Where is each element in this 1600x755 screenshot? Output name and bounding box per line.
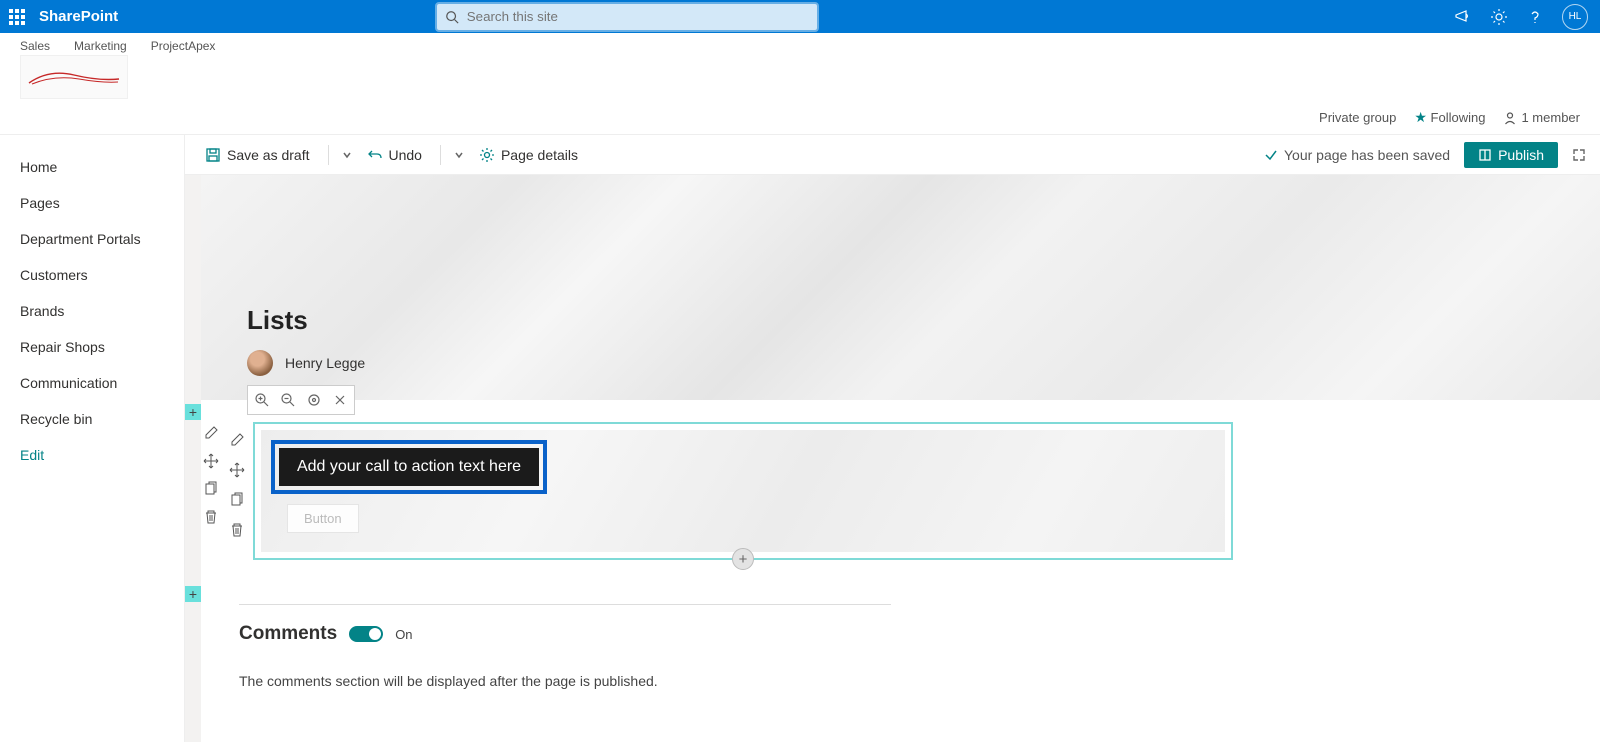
hub-nav-link[interactable]: Sales [20, 39, 50, 53]
nav-item-pages[interactable]: Pages [0, 185, 184, 221]
avatar[interactable]: HL [1562, 4, 1588, 30]
suite-bar: SharePoint HL [0, 0, 1600, 33]
title-toolbar [247, 385, 355, 415]
section-toolbar [201, 425, 221, 525]
undo-button[interactable]: Undo [361, 143, 428, 167]
site-info-bar: Private group ★ Following 1 member [0, 99, 1600, 135]
close-icon[interactable] [332, 392, 348, 408]
comments-toggle-label: On [395, 627, 412, 642]
search-icon [445, 10, 459, 24]
comments-section: Comments On The comments section will be… [231, 604, 891, 689]
cta-webpart[interactable]: Add your call to action text here Button… [253, 422, 1233, 560]
fullscreen-icon[interactable] [1572, 148, 1586, 162]
nav-item-recycle[interactable]: Recycle bin [0, 401, 184, 437]
saved-status: Your page has been saved [1264, 147, 1450, 163]
focal-point-icon[interactable] [306, 392, 322, 408]
gear-icon[interactable] [1490, 8, 1508, 26]
hub-nav-link[interactable]: ProjectApex [151, 39, 216, 53]
save-icon [205, 147, 221, 163]
following-toggle[interactable]: ★ Following [1414, 109, 1485, 126]
brand-label[interactable]: SharePoint [39, 8, 118, 25]
page-title[interactable]: Lists [247, 305, 1600, 336]
edit-icon[interactable] [229, 432, 245, 448]
command-bar: Save as draft Undo Page details Your pag… [185, 135, 1600, 175]
section-rail: + + [185, 175, 201, 742]
check-icon [1264, 148, 1278, 162]
comments-toggle[interactable] [349, 626, 383, 642]
cta-button[interactable]: Button [287, 504, 359, 533]
undo-icon [367, 147, 383, 163]
add-webpart-button[interactable]: + [732, 548, 754, 570]
search-box[interactable] [437, 4, 817, 30]
page-details-button[interactable]: Page details [473, 143, 584, 167]
duplicate-icon[interactable] [203, 481, 219, 497]
save-draft-button[interactable]: Save as draft [199, 143, 316, 167]
comments-heading: Comments [239, 623, 337, 645]
nav-item-repair[interactable]: Repair Shops [0, 329, 184, 365]
hero-banner: Lists Henry Legge [201, 175, 1600, 400]
zoom-in-icon[interactable] [254, 392, 270, 408]
search-input[interactable] [437, 4, 817, 30]
chevron-down-icon[interactable] [453, 149, 465, 161]
nav-item-customers[interactable]: Customers [0, 257, 184, 293]
move-icon[interactable] [229, 462, 245, 478]
help-icon[interactable] [1526, 8, 1544, 26]
site-header: Sales Marketing ProjectApex [0, 33, 1600, 99]
duplicate-icon[interactable] [229, 492, 245, 508]
cta-text-input[interactable]: Add your call to action text here [279, 448, 539, 486]
nav-item-home[interactable]: Home [0, 149, 184, 185]
delete-icon[interactable] [203, 509, 219, 525]
nav-edit-link[interactable]: Edit [0, 437, 184, 473]
comments-note: The comments section will be displayed a… [239, 673, 891, 689]
section-divider [277, 569, 1541, 570]
site-logo[interactable] [20, 55, 128, 99]
cta-text-wrapper[interactable]: Add your call to action text here [271, 440, 547, 494]
delete-icon[interactable] [229, 522, 245, 538]
megaphone-icon[interactable] [1454, 8, 1472, 26]
webpart-toolbar [225, 432, 249, 538]
author-avatar[interactable] [247, 350, 273, 376]
chevron-down-icon[interactable] [341, 149, 353, 161]
members-link[interactable]: 1 member [1503, 110, 1580, 125]
nav-item-communication[interactable]: Communication [0, 365, 184, 401]
left-navigation: Home Pages Department Portals Customers … [0, 135, 185, 742]
star-icon: ★ [1414, 109, 1427, 125]
privacy-label: Private group [1319, 110, 1396, 125]
publish-button[interactable]: Publish [1464, 142, 1558, 168]
edit-icon[interactable] [203, 425, 219, 441]
hub-nav-link[interactable]: Marketing [74, 39, 127, 53]
add-section-button[interactable]: + [185, 586, 201, 602]
publish-icon [1478, 148, 1492, 162]
zoom-out-icon[interactable] [280, 392, 296, 408]
nav-item-brands[interactable]: Brands [0, 293, 184, 329]
app-launcher-icon[interactable] [0, 0, 33, 33]
gear-icon [479, 147, 495, 163]
nav-item-department[interactable]: Department Portals [0, 221, 184, 257]
author-name[interactable]: Henry Legge [285, 355, 365, 371]
person-icon [1503, 111, 1517, 125]
add-section-button[interactable]: + [185, 404, 201, 420]
move-icon[interactable] [203, 453, 219, 469]
